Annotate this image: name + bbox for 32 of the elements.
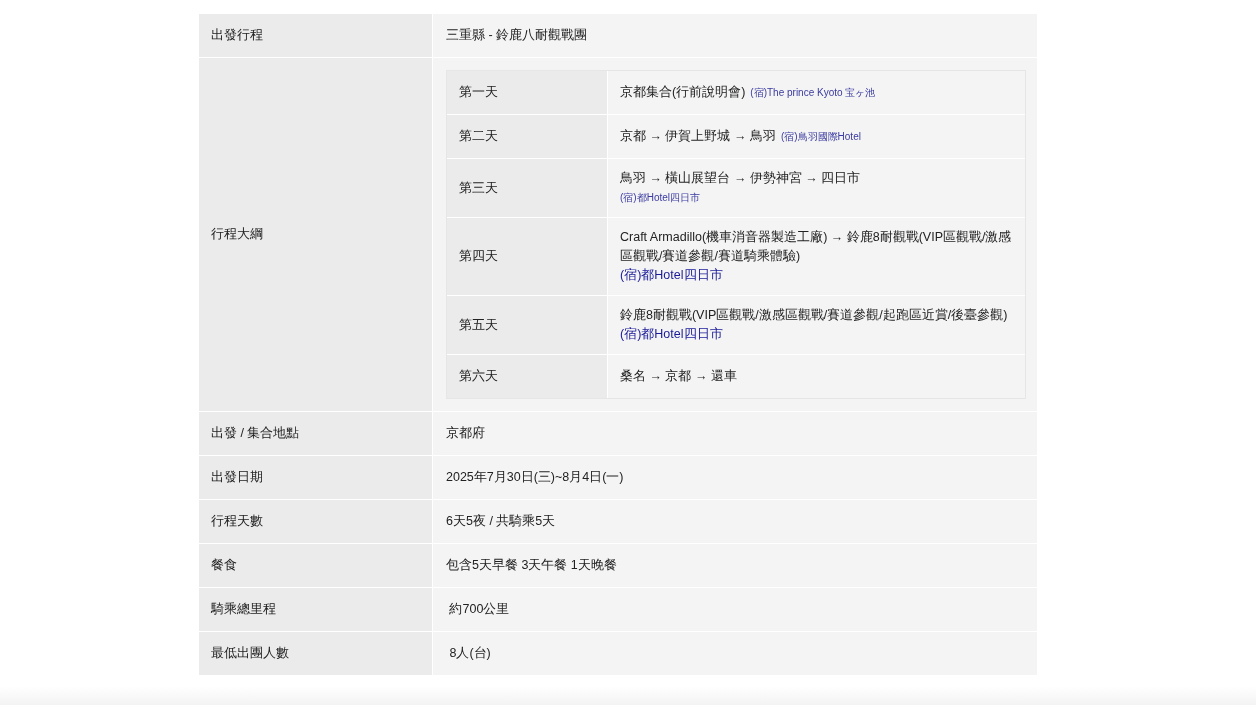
row-label: 出發日期: [199, 456, 432, 499]
day-label: 第一天: [447, 71, 607, 114]
route-text: 桑名 → 京都 → 還車: [620, 369, 737, 383]
hotel-note: (宿)The prince Kyoto 宝ヶ池: [750, 87, 876, 98]
route-text: 鈴鹿8耐觀戰(VIP區觀戰/激感區觀戰/賽道參觀/起跑區近賞/後臺參觀): [620, 308, 1008, 322]
row-value: 8人(台): [433, 632, 1037, 675]
row-label: 出發 / 集合地點: [199, 412, 432, 455]
row-value: 三重縣 - 鈴鹿八耐觀戰團: [433, 14, 1037, 57]
route-text: 京都集合(行前說明會): [620, 85, 746, 99]
row-label: 出發行程: [199, 14, 432, 57]
day-label: 第二天: [447, 115, 607, 158]
route-text: Craft Armadillo(機車消音器製造工廠) → 鈴鹿8耐觀戰(VIP區觀戰/激感區觀戰/賽道參觀/賽道騎乘體驗): [620, 230, 1012, 263]
row-value: 京都府: [433, 412, 1037, 455]
route-text: 鳥羽 → 橫山展望台 → 伊勢神宮 → 四日市: [620, 171, 861, 185]
hotel-note: (宿)都Hotel四日市: [620, 192, 700, 203]
day-label: 第四天: [447, 218, 607, 295]
route-text: 京都 → 伊賀上野城 → 鳥羽: [620, 129, 776, 143]
row-value: 2025年7月30日(三)~8月4日(一): [433, 456, 1037, 499]
row-value: 約700公里: [433, 588, 1037, 631]
row-label: 行程天數: [199, 500, 432, 543]
row-label: 騎乘總里程: [199, 588, 432, 631]
row-label: 餐食: [199, 544, 432, 587]
hotel-note: (宿)都Hotel四日市: [620, 268, 723, 282]
hotel-note: (宿)都Hotel四日市: [620, 327, 723, 341]
row-value: 包含5天早餐 3天午餐 1天晚餐: [433, 544, 1037, 587]
hotel-note: (宿)鳥羽國際Hotel: [780, 131, 861, 142]
row-label: 行程大綱: [199, 58, 432, 411]
day-label: 第三天: [447, 159, 607, 217]
day-label: 第六天: [447, 355, 607, 398]
row-value: 6天5夜 / 共騎乘5天: [433, 500, 1037, 543]
day-label: 第五天: [447, 296, 607, 354]
row-label: 最低出團人數: [199, 632, 432, 675]
